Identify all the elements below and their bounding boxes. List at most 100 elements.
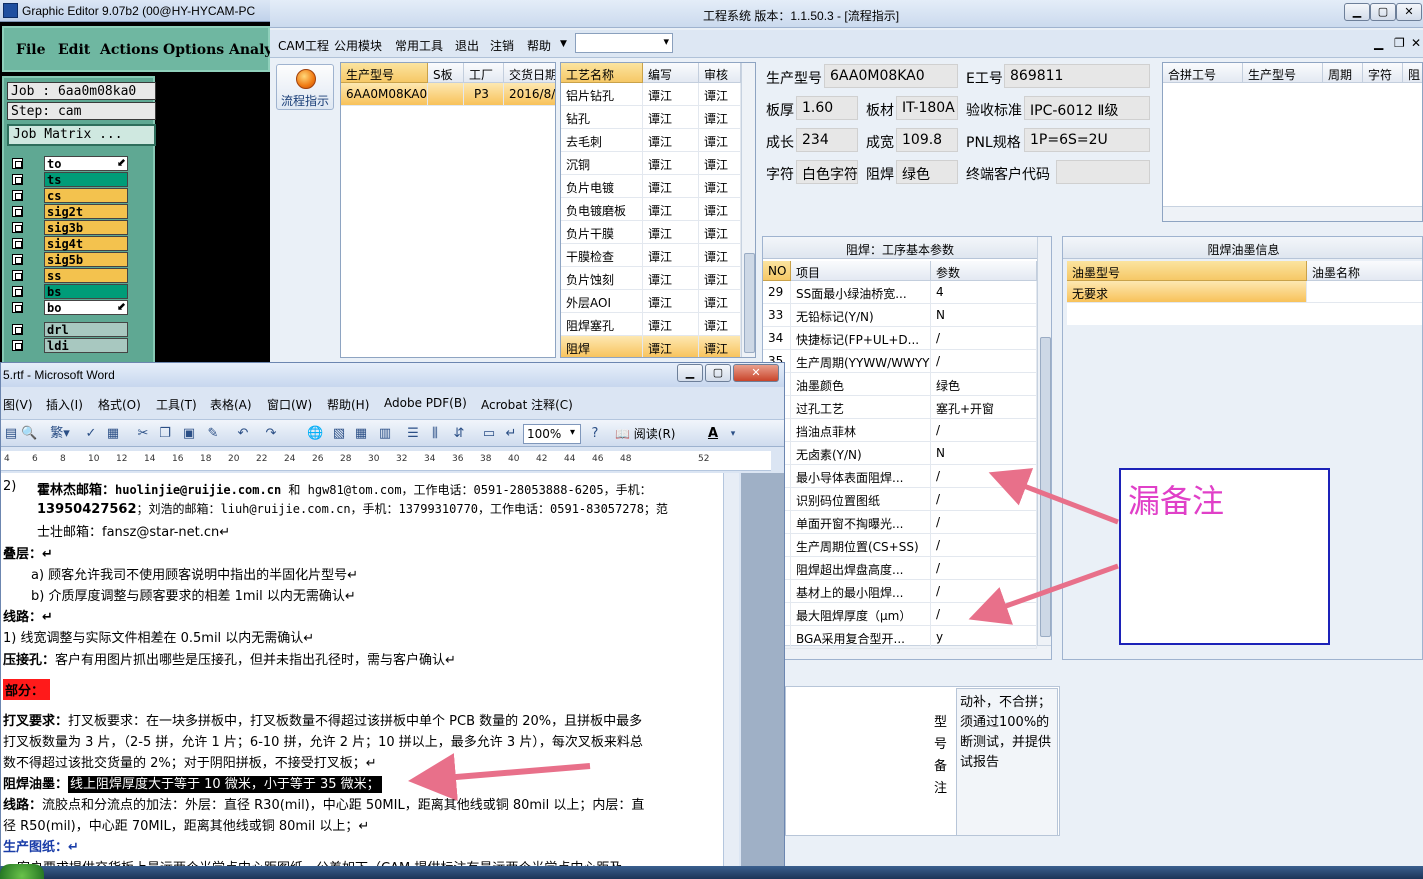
process-cell[interactable]: 谭江 [643,244,699,267]
mask-param-cell[interactable]: 阻焊超出焊盘高度... [791,557,931,580]
menu-cam[interactable]: CAM工程 [278,37,329,54]
layer-name[interactable]: ts [44,172,128,187]
layer-checkbox[interactable] [12,174,23,185]
process-cell[interactable]: 负电镀磨板 [561,198,643,221]
mask-params-vscroll[interactable] [1037,237,1051,645]
mask-param-cell[interactable]: 34 [763,327,791,350]
read-mode-button[interactable]: 📖 阅读(R) [615,426,679,442]
mask-param-cell[interactable]: / [931,419,1037,442]
process-cell[interactable]: 负片蚀刻 [561,267,643,290]
word-document[interactable]: 2) 霍林杰邮箱：huolinjie@ruijie.com.cn 和 hgw81… [1,473,723,879]
mask-param-cell[interactable]: 29 [763,281,791,304]
ink-cell-name[interactable] [1307,281,1422,303]
process-cell[interactable]: 谭江 [699,290,741,313]
layer-checkbox[interactable] [12,190,23,201]
zoom-dropdown-icon[interactable]: ▾ [570,427,575,438]
print-preview-icon[interactable]: 🔍 [21,426,37,442]
process-cell[interactable]: 谭江 [643,267,699,290]
col-reviewer[interactable]: 审核 [699,63,741,83]
minimize-button[interactable]: ▁ [1344,3,1370,21]
process-cell[interactable]: 钻孔 [561,106,643,129]
layer-name[interactable]: ss [44,268,128,283]
col-merge-cycle[interactable]: 周期 [1323,63,1363,83]
col-delivery-date[interactable]: 交货日期 [504,63,555,83]
process-cell[interactable]: 阻焊塞孔 [561,313,643,336]
help-icon[interactable]: ? [587,426,603,442]
mask-param-cell[interactable]: y [931,626,1037,649]
mask-param-cell[interactable]: 4 [931,281,1037,304]
layer-checkbox[interactable] [12,158,23,169]
process-cell[interactable]: 谭江 [699,106,741,129]
layer-name[interactable]: bo [44,300,128,315]
mask-param-cell[interactable]: SS面最小绿油桥宽... [791,281,931,304]
layer-name[interactable]: sig4t [44,236,128,251]
col-item[interactable]: 项目 [791,261,931,281]
columns-icon[interactable]: ☰ [405,426,421,442]
tables-borders-icon[interactable]: ▧ [331,426,347,442]
excel-icon[interactable]: ▥ [377,426,393,442]
mdi-minimize-icon[interactable]: ▁ [1374,36,1383,50]
layer-row[interactable]: cs [6,188,130,203]
maximize-button[interactable]: ▢ [1370,3,1396,21]
layer-checkbox[interactable] [12,270,23,281]
layer-checkbox[interactable] [12,206,23,217]
process-cell[interactable]: 负片干膜 [561,221,643,244]
layer-name[interactable]: sig3b [44,220,128,235]
layer-row[interactable]: sig2t [6,204,130,219]
layer-name[interactable]: ldi [44,338,128,353]
col-merge-char[interactable]: 字符 [1363,63,1403,83]
layer-name[interactable]: sig5b [44,252,128,267]
ink-cell-model[interactable]: 无要求 [1067,281,1307,303]
menu-analysis[interactable]: Analy [229,42,273,58]
process-cell[interactable]: 谭江 [643,175,699,198]
remark-text-box[interactable]: 动补，不合拼； 须通过100%的 断测试，并提供 试报告 [956,688,1058,836]
process-cell[interactable]: 谭江 [699,244,741,267]
menu-help[interactable]: 帮助 [527,37,551,54]
menu-window[interactable]: 窗口(W) [267,396,312,413]
mask-param-cell[interactable]: 基材上的最小阻焊... [791,580,931,603]
menu-view[interactable]: 图(V) [3,396,33,413]
word-close-button[interactable]: ✕ [733,364,779,382]
paragraph-icon[interactable]: ↵ [503,426,519,442]
mask-param-cell[interactable]: 生产周期位置(CS+SS) [791,534,931,557]
layer-name[interactable]: bs [44,284,128,299]
process-cell[interactable]: 谭江 [643,198,699,221]
close-button[interactable]: ✕ [1396,3,1422,21]
layer-checkbox[interactable] [12,340,23,351]
mask-param-cell[interactable]: / [931,557,1037,580]
mask-param-cell[interactable]: 33 [763,304,791,327]
mask-param-cell[interactable]: BGA采用复合型开... [791,626,931,649]
menu-tools[interactable]: 工具(T) [156,396,197,413]
process-cell[interactable]: 沉铜 [561,152,643,175]
process-cell[interactable]: 谭江 [643,152,699,175]
value-mask[interactable]: 绿色 [896,160,958,184]
process-cell[interactable]: 谭江 [643,336,699,357]
merge-hscroll[interactable] [1163,206,1422,221]
mask-param-cell[interactable]: 油墨颜色 [791,373,931,396]
process-cell[interactable]: 谭江 [699,198,741,221]
menu-adobe-pdf[interactable]: Adobe PDF(B) [384,396,467,410]
mask-param-cell[interactable]: / [931,534,1037,557]
process-cell[interactable]: 谭江 [699,336,741,357]
layer-row[interactable]: ldi [6,338,130,353]
flow-indicator-button[interactable]: 流程指示 [276,64,334,110]
menu-format[interactable]: 格式(O) [98,396,141,413]
document-map-icon[interactable]: ⇵ [451,426,467,442]
mask-param-cell[interactable]: 过孔工艺 [791,396,931,419]
menu-common-module[interactable]: 公用模块 [334,37,382,54]
col-ink-model[interactable]: 油墨型号 [1067,261,1307,281]
col-ink-name[interactable]: 油墨名称 [1307,261,1422,281]
mask-param-cell[interactable]: / [931,350,1037,373]
value-prod-model[interactable]: 6AA0M08KA0 [824,64,958,88]
menu-logout[interactable]: 注销 [490,37,514,54]
layer-row[interactable]: ts [6,172,130,187]
mask-param-cell[interactable]: 塞孔+开窗 [931,396,1037,419]
word-minimize-button[interactable]: ▁ [677,364,703,382]
process-cell[interactable]: 谭江 [699,175,741,198]
process-cell[interactable]: 谭江 [643,129,699,152]
value-pnl[interactable]: 1P=6S=2U [1024,128,1150,152]
layer-row[interactable]: bs [6,284,130,299]
mask-param-cell[interactable]: / [931,327,1037,350]
process-cell[interactable]: 谭江 [643,290,699,313]
menu-common-tools[interactable]: 常用工具 [395,37,443,54]
